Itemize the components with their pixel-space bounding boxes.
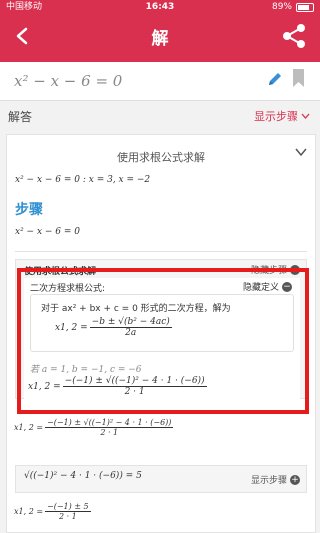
step-equation: x² − x − 6 = 0 — [15, 227, 80, 237]
steps-heading: 步骤 — [15, 202, 43, 218]
formula-fraction: −(−1) ± √((−1)² − 4 · 1 · (−6)) 2 · 1 — [45, 418, 174, 438]
substituted-formula: x1, 2 = −(−1) ± √((−1)² − 4 · 1 · (−6)) … — [14, 418, 175, 437]
sqrt-step-expr: √((−1)² − 4 · 1 · (−6)) = 5 — [24, 471, 142, 481]
formula-lhs: x1, 2 = — [14, 507, 44, 517]
chevron-down-icon — [301, 113, 310, 119]
show-steps-button[interactable]: 显示步骤 + — [251, 473, 300, 486]
formula-fraction: −(−1) ± 5 2 · 1 — [45, 502, 91, 521]
status-bar: 中国移动 16:43 89% — [0, 0, 320, 14]
battery-percent: 89% — [271, 2, 292, 12]
final-formula: x1, 2 = −(−1) ± 5 2 · 1 — [14, 502, 93, 521]
sqrt-step-panel: √((−1)² − 4 · 1 · (−6)) = 5 显示步骤 + — [15, 465, 307, 493]
show-steps-label: 显示步骤 — [254, 110, 298, 123]
solution-summary: x² − x − 6 = 0 : x = 3, x = −2 — [15, 175, 151, 185]
battery-fill — [298, 4, 309, 10]
fraction-numerator: −(−1) ± √((−1)² − 4 · 1 · (−6)) — [45, 418, 174, 429]
bookmark-icon[interactable] — [292, 68, 305, 88]
formula-lhs: x1, 2 = — [14, 423, 44, 433]
equation-field[interactable]: x² − x − 6 = 0 — [0, 62, 320, 101]
answer-header: 解答 显示步骤 — [0, 100, 320, 130]
answer-label: 解答 — [8, 110, 33, 124]
chevron-down-icon[interactable] — [295, 147, 307, 157]
top-bar: 中国移动 16:43 89% 解 — [0, 0, 320, 62]
pencil-icon[interactable] — [266, 70, 282, 88]
equation-text: x² − x − 6 = 0 — [14, 72, 123, 90]
divider — [15, 251, 307, 252]
app-bar: 解 — [0, 14, 320, 62]
highlight-frame — [17, 268, 309, 414]
method-title: 使用求根公式求解 — [117, 151, 205, 164]
status-right: 89% — [272, 0, 314, 14]
plus-circle-icon: + — [290, 474, 300, 485]
fraction-denominator: 2 · 1 — [58, 512, 77, 522]
battery-icon — [296, 2, 314, 12]
share-icon[interactable] — [280, 22, 308, 50]
page-title: 解 — [151, 29, 169, 49]
show-steps-label: 显示步骤 — [250, 476, 287, 486]
fraction-denominator: 2 · 1 — [100, 428, 119, 438]
show-steps-link[interactable]: 显示步骤 — [254, 108, 310, 124]
fraction-numerator: −(−1) ± 5 — [45, 502, 91, 513]
